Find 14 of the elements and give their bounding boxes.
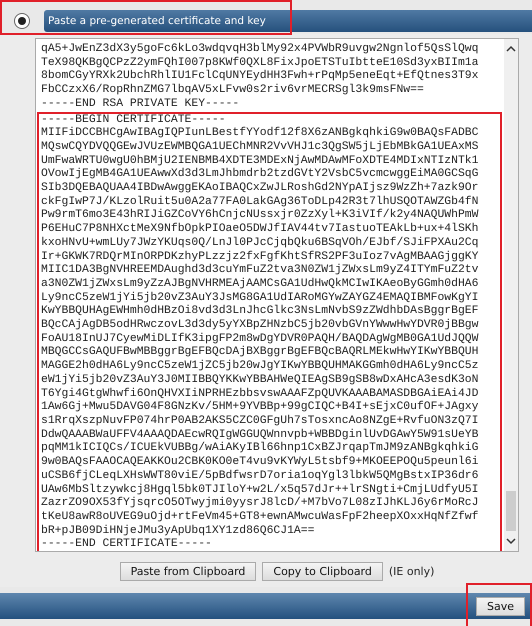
clipboard-button[interactable]: Copy to Clipboard [262, 562, 383, 581]
highlight-frame [466, 583, 532, 626]
scroll-thumb[interactable] [506, 491, 516, 531]
scroll-down-icon[interactable] [506, 537, 516, 545]
note-text: (IE only) [388, 565, 434, 578]
section-title-bar: Paste a pre-generated certificate and key [44, 10, 532, 32]
radio-button[interactable] [14, 13, 30, 29]
clipboard-button[interactable]: Paste from Clipboard [120, 562, 256, 581]
save-button[interactable]: Save [476, 596, 525, 616]
private-key-text: qA5+JwEnZ3dX3y5goFc6kLo3wdqvqH3blMy92x4PVWbR9uvgw2Ngnlof5QsSlQwq TeX98QKBgQCPzZ2ymFQhI007p8KWf0QXL8FixJpoETSTuIbtteE10Sd3yxBIIm1a 8bomCGyYRXk2UbchRhlIU1FclCqUNYEydHH3Fwh+rPqMp5eneEqt+EfQtnes3T9x FbCCzxX6/RopRhnZMG7lbqAV5xLFvw0s2riv6vrMECRSgl3k9msFNw== -----END RSA PRIVATE KEY----- [41, 43, 480, 112]
scrollbar[interactable] [504, 39, 518, 551]
certificate-text-area[interactable] [35, 38, 519, 552]
certificate-text: -----BEGIN CERTIFICATE----- MIIFiDCCBHCgAwIBAgIQPIunLBestfYYodf12f8X6zANBgkqhkiG9w0BAQsFADBC MQswCQYDVQQGEwJVUzEWMBQGA1UEChMNR2VvVHJ1c3QgSW5jLjEbMBkGA1UEAxMS UmFwaWRTU0wgU0hBMjU2IENBMB4XDTE3MDExNjAwMDAwMFoXDTE4MDIxNTIzNTk1 OVowIjEgMB4GA1UEAwwXd3d3LmJhbmdrb2tzdGVtY2VsbC5vcmcwggEiMA0GCSqG SIb3DQEBAQUAA4IBDwAwggEKAoIBAQCxZwJLRoshGd2NYpAIjsz9WzZh+7azk9Or ckFgIwP7J/KLzolRuit5u0A2a77FA0LakGAg36ToDLp42R3t7lhUSQOTAWZGb4fN Pw9rmT6mo3E43hRIJiGZCoVY6hCnjcNUssxjr0ZzXyl+K3iVIf/k2y4NAQUWhPmW P6EHuC7P8NHXctMeX9NfbOpkPIOaeO5DWJfIAV44tv7IastuoTEAkLb+ux+4lSKh kxoHNvU+wmLUy7JWzYKUqs0Q/LnJl0PJcCjqbQku6BSqVOh/EJbf/SJiFPXAu2Cq Ir+GKWK7RDQrMInORPDKzhyPLzzjz2fxFgfKhtSfRS2PF3uIoz7vAgMBAAGjggKY MIIC1DA3BgNVHREEMDAughd3d3cuYmFuZ2tva3N0ZW1jZWxsLm9yZ4ITYmFuZ2tv a3N0ZW1jZWxsLm9yZzAJBgNVHRMEAjAAMCsGA1UdHwQkMCIwIKAeoByGGmh0dHA6 Ly9ncC5zeW1jYi5jb20vZ3AuY3JsMG8GA1UdIARoMGYwZAYGZ4EMAQIBMFowKgYI KwYBBQUHAgEWHmh0dHBzOi8vd3d3LnJhcGlkc3NsLmNvbS9zZWdhbDAsBggrBgEF BQcCAjAgDB5odHRwczovL3d3dy5yYXBpZHNzbC5jb20vbGVnYWwwHwYDVR0jBBgw FoAU18InUJ7CyewMiDLIfK3ipgFP2m8wDgYDVR0PAQH/BAQDAgWgMB0GA1UdJQQW MBQGCCsGAQUFBwMBBggrBgEFBQcDAjBXBggrBgEFBQcBAQRLMEkwHwYIKwYBBQUH MAGGE2h0dHA6Ly9ncC5zeW1jZC5jb20wJgYIKwYBBQUHMAKGGmh0dHA6Ly9ncC5z eW1jYi5jb20vZ3AuY3J0MIIBBQYKKwYBBAHWeQIEAgSB9gSB8wDxAHcA3esdK3oN T6Ygi4GtgWhwfi6OnQHVXIiNPRHEzbbsvswAAAFZpQUVKAAABAMASDBGAiEAi4JD 1Aw6Gj+Mwu5DAVG04F8GNzKv/5HM+9YVBBp+99gCIQC+B4I+sEjxC0ufOF+JAgxy s1RrqXszpNuvFP074hrP0AB2AKS5CZC0GFgUh7sTosxncAo8NZgE+RvfuON3zQ7I DdwQAAABWaUFFV4AAAQDAEcwRQIgWGGUQWnnvpb+WBBDginlUvDGAwY5W91sUeYB pqMM1kICIQCs/ICUEkVUBBg/wAiAKyIBl66hnp1CxBZJrqapTmJM9zANBgkqhkiG 9w0BAQsFAAOCAQEAKKOu2CBK0KO0eT4vu9vKYWyL5tsbf9+MKOEEPOQu5peunl6i uCSB6fjCLeqLXHsWWT80viE/5pBdfwsrD7oria1oqYgl3lbkW5QMgBstxIP36dr6 UAw6MbSltzywkcj8Hgql5bk0TJIloY+w2L/x5q57dJr++lrSNgti+CmjLUdfyU5I ZazrZO9OX53fYjsqrcO5OTwyjmi0yysrJ8lcD/+M7bVo7L08zIJhKLJ6y6rMoRcJ tKeU8awR8oUVEG9uOjd+rtFeVm45+GT8+ewnAMwcuWasFpF2heepXOxxHqNfZfwf bR+pJB09DiHNjeJMu3yApUbq1XY1zd86Q6CJ1A== -----END CERTIFICATE----- [37, 112, 502, 551]
scroll-up-icon[interactable] [506, 45, 516, 53]
